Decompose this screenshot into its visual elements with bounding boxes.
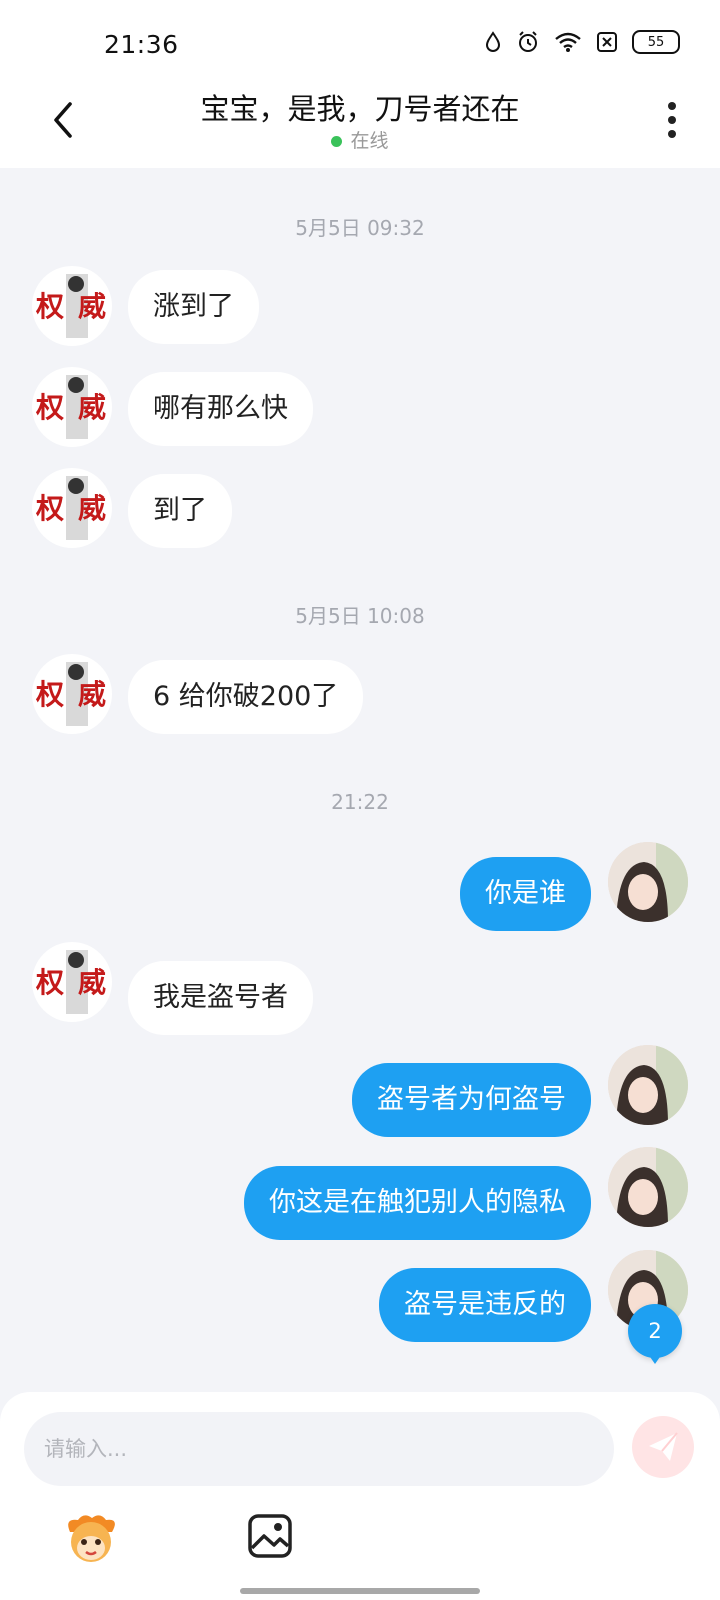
contact-avatar[interactable]: 权威 — [32, 468, 112, 548]
svg-text:威: 威 — [78, 678, 106, 711]
battery-icon: 55 — [632, 30, 680, 54]
top-bar: 21:36 55 宝宝，是我，刀号者还在 在线 — [0, 0, 720, 168]
message-bubble-incoming[interactable]: 到了 — [128, 474, 232, 548]
svg-text:权: 权 — [35, 290, 64, 323]
message-bubble-outgoing[interactable]: 你这是在触犯别人的隐私 — [244, 1166, 591, 1240]
input-area — [0, 1392, 720, 1600]
alarm-icon — [516, 30, 540, 54]
svg-text:权: 权 — [35, 391, 64, 424]
message-bubble-outgoing[interactable]: 你是谁 — [460, 857, 591, 931]
send-icon — [649, 1432, 678, 1461]
online-label: 在线 — [350, 130, 389, 152]
timestamp: 21:22 — [331, 790, 389, 814]
online-dot-icon — [331, 136, 343, 147]
self-avatar[interactable] — [608, 842, 688, 922]
self-avatar[interactable] — [608, 1045, 688, 1125]
message-bubble-incoming[interactable]: 6 给你破200了 — [128, 660, 364, 734]
svg-text:权: 权 — [35, 966, 64, 999]
svg-text:权: 权 — [35, 492, 64, 525]
timestamp: 5月5日 09:32 — [295, 216, 425, 240]
home-indicator[interactable] — [240, 1588, 480, 1594]
message-bubble-incoming[interactable]: 哪有那么快 — [128, 372, 313, 446]
chat-screen: 21:36 55 宝宝，是我，刀号者还在 在线 5月5日 09:32 5月5日 … — [0, 0, 720, 1600]
status-icons: 55 — [484, 30, 680, 54]
drop-icon — [484, 31, 502, 53]
send-button[interactable] — [632, 1416, 694, 1478]
contact-avatar[interactable]: 权威 — [32, 654, 112, 734]
chat-title: 宝宝，是我，刀号者还在 — [200, 92, 520, 126]
message-input[interactable] — [24, 1412, 614, 1486]
unread-count-badge[interactable]: 2 — [628, 1304, 682, 1364]
no-sim-icon — [596, 31, 618, 53]
more-vertical-icon — [668, 102, 676, 138]
svg-text:威: 威 — [78, 290, 106, 323]
battery-level: 55 — [647, 34, 665, 50]
svg-text:权: 权 — [35, 678, 64, 711]
message-bubble-outgoing[interactable]: 盗号者为何盗号 — [352, 1063, 591, 1137]
status-time: 21:36 — [104, 30, 179, 59]
wifi-icon — [554, 31, 582, 53]
contact-avatar[interactable]: 权威 — [32, 942, 112, 1022]
timestamp: 5月5日 10:08 — [295, 604, 425, 628]
self-avatar[interactable] — [608, 1147, 688, 1227]
message-bubble-incoming[interactable]: 涨到了 — [128, 270, 259, 344]
more-button[interactable] — [660, 98, 684, 142]
image-icon — [248, 1514, 292, 1558]
contact-avatar[interactable]: 权威 — [32, 367, 112, 447]
svg-text:威: 威 — [78, 966, 106, 999]
online-status: 在线 — [0, 126, 720, 153]
emoji-mascot-icon — [68, 1515, 115, 1562]
svg-text:威: 威 — [78, 391, 106, 424]
message-bubble-outgoing[interactable]: 盗号是违反的 — [379, 1268, 591, 1342]
svg-text:威: 威 — [78, 492, 106, 525]
emoji-button[interactable] — [62, 1510, 120, 1568]
message-bubble-incoming[interactable]: 我是盗号者 — [128, 961, 313, 1035]
contact-avatar[interactable]: 权威 — [32, 266, 112, 346]
image-button[interactable] — [246, 1512, 294, 1560]
